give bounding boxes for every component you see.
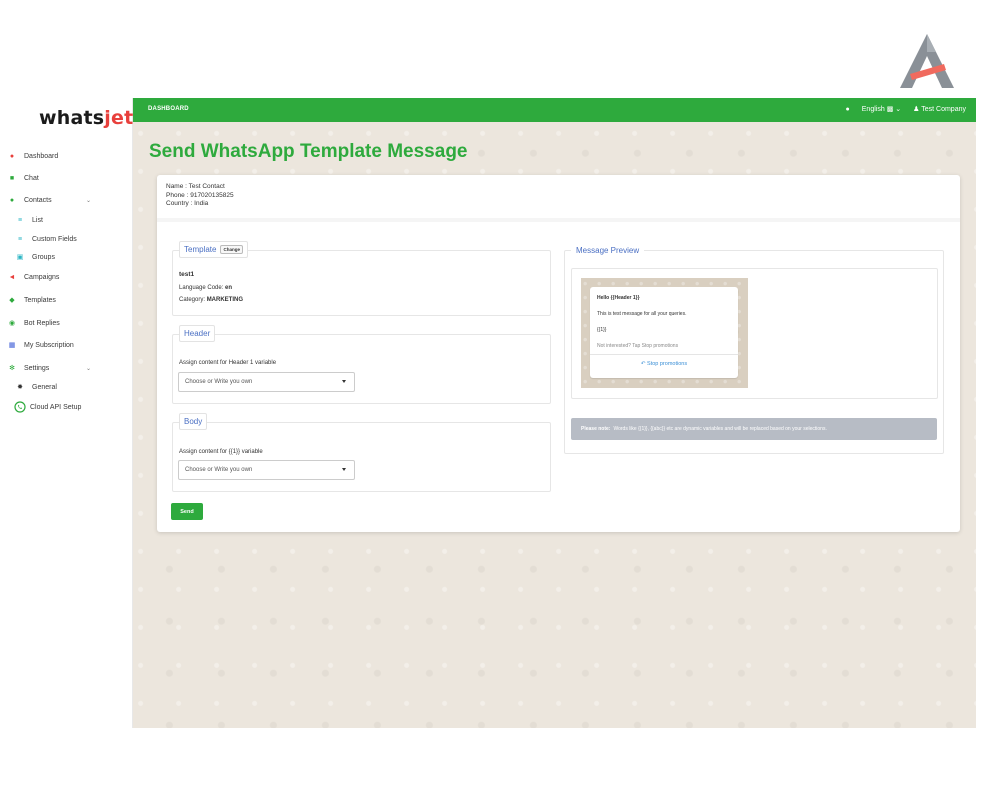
- chevron-down-icon: ⌄: [85, 197, 91, 204]
- change-template-button[interactable]: Change: [220, 245, 243, 254]
- language-code-label: Language Code:: [179, 285, 224, 291]
- sidebar-item-label: List: [32, 216, 43, 224]
- sidebar-item-general[interactable]: ✸ General: [0, 379, 100, 395]
- sidebar-item-label: My Subscription: [24, 341, 74, 349]
- contact-country: Country : India: [166, 200, 209, 207]
- bubble-divider: [590, 354, 738, 355]
- topbar: DASHBOARD ● English ▩ ⌄ ♟ Test Company: [133, 98, 976, 122]
- chat-icon: ■: [9, 174, 15, 182]
- template-name: test1: [179, 271, 195, 278]
- note-text: Words like {{1}}, {{abc}} etc are dynami…: [613, 426, 827, 432]
- template-language: Language Code: en: [179, 285, 232, 291]
- template-legend: Template Change: [179, 241, 248, 258]
- header-select-value: Choose or Write you own: [185, 379, 253, 385]
- whatsapp-icon: [14, 401, 26, 413]
- app-window: whats jet ● Dashboard ■ Chat ● Contacts …: [0, 0, 1000, 800]
- page-title: Send WhatsApp Template Message: [149, 141, 468, 162]
- user-name: Test Company: [921, 106, 966, 113]
- cogs-icon: ✻: [9, 365, 15, 372]
- template-fieldset: [172, 250, 551, 316]
- sidebar-item-label: Contacts: [24, 196, 52, 204]
- card-divider: [157, 218, 960, 222]
- sidebar-item-settings[interactable]: ✻ Settings ⌄: [0, 360, 100, 376]
- robot-icon: ◉: [8, 320, 16, 327]
- sidebar-item-list[interactable]: ≡ List: [0, 212, 100, 228]
- brand-part-1: whats: [39, 107, 105, 129]
- stop-promotions-label: Stop promotions: [647, 361, 688, 367]
- preview-footer-line: Not interested? Tap Stop promotions: [597, 343, 679, 349]
- chevron-down-icon: ⌄: [85, 365, 91, 372]
- layers-icon: ◆: [9, 297, 15, 304]
- sidebar-item-label: Bot Replies: [24, 319, 60, 327]
- contact-info: Name : Test Contact Phone : 917020135825…: [166, 183, 234, 209]
- template-category: Category: MARKETING: [179, 297, 243, 303]
- preview-header-line: Hello {{Header 1}}: [597, 295, 640, 301]
- chevron-down-icon: ⌄: [895, 106, 902, 113]
- sidebar-item-my-subscription[interactable]: ▦ My Subscription: [0, 337, 100, 353]
- dynamic-variables-note: Please note: Words like {{1}}, {{abc}} e…: [571, 418, 937, 440]
- header-assign-label: Assign content for Header 1 variable: [179, 360, 277, 366]
- body-legend: Body: [179, 413, 208, 430]
- language-selector[interactable]: English ▩ ⌄: [862, 105, 901, 113]
- contact-phone: Phone : 917020135825: [166, 191, 234, 199]
- body-select-value: Choose or Write you own: [185, 467, 253, 473]
- preview-variable-line: {{1}}: [597, 327, 607, 333]
- sidebar-item-label: Cloud API Setup: [30, 403, 82, 411]
- sidebar-item-label: Groups: [32, 253, 55, 261]
- body-assign-label: Assign content for {{1}} variable: [179, 449, 263, 455]
- header-variable-select[interactable]: Choose or Write you own: [178, 372, 355, 392]
- sidebar-item-custom-fields[interactable]: ≡ Custom Fields: [0, 231, 100, 247]
- sidebar-item-dashboard[interactable]: ● Dashboard: [0, 148, 100, 164]
- category-value: MARKETING: [206, 297, 244, 303]
- user-menu[interactable]: ♟ Test Company: [913, 105, 966, 113]
- brand-part-2: jet: [104, 107, 134, 129]
- sidebar-item-groups[interactable]: ▣ Groups: [0, 249, 100, 265]
- users-icon: ●: [9, 196, 15, 204]
- sidebar-item-label: Dashboard: [24, 152, 59, 160]
- sidebar-item-label: Campaigns: [24, 273, 60, 281]
- contact-name: Name : Test Contact: [166, 183, 225, 190]
- reply-icon: ↶: [640, 361, 646, 367]
- card-icon: ▦: [8, 342, 16, 349]
- message-preview-legend: Message Preview: [571, 242, 645, 259]
- caret-down-icon: [342, 468, 346, 471]
- sidebar-item-campaigns[interactable]: ◄ Campaigns: [0, 269, 100, 285]
- send-button[interactable]: Send: [171, 503, 203, 520]
- sidebar-item-label: Settings: [24, 364, 50, 372]
- sidebar-item-templates[interactable]: ◆ Templates: [0, 292, 100, 308]
- palette-icon: ●: [9, 152, 15, 160]
- stop-promotions-button[interactable]: ↶ Stop promotions: [590, 361, 738, 367]
- bars-icon: ≡: [17, 235, 23, 243]
- body-variable-select[interactable]: Choose or Write you own: [178, 460, 355, 480]
- language-code-value: en: [225, 285, 233, 291]
- body-fieldset: [172, 422, 551, 492]
- sidebar-item-cloud-api-setup[interactable]: Cloud API Setup: [14, 399, 114, 415]
- sidebar-item-contacts[interactable]: ● Contacts ⌄: [0, 192, 100, 208]
- list-icon: ≡: [17, 216, 23, 224]
- gear-icon: ✸: [17, 384, 23, 391]
- template-legend-label: Template: [184, 245, 217, 254]
- preview-body-line: This is test message for all your querie…: [597, 311, 687, 317]
- header-legend: Header: [179, 325, 216, 342]
- megaphone-icon: ◄: [8, 273, 16, 281]
- flag-icon: ▩: [886, 106, 894, 113]
- corner-logo-icon: [900, 34, 954, 88]
- header-fieldset: [172, 334, 551, 404]
- caret-down-icon: [342, 380, 346, 383]
- sidebar-item-label: General: [32, 383, 57, 391]
- sidebar-item-chat[interactable]: ■ Chat: [0, 170, 100, 186]
- sidebar-item-bot-replies[interactable]: ◉ Bot Replies: [0, 315, 100, 331]
- language-label: English: [861, 106, 885, 113]
- bell-icon[interactable]: ●: [846, 106, 850, 113]
- square-icon: ▣: [16, 254, 24, 261]
- sidebar-item-label: Templates: [24, 296, 56, 304]
- category-label: Category:: [179, 297, 206, 303]
- sidebar-item-label: Chat: [24, 174, 39, 182]
- note-bold: Please note:: [581, 426, 611, 432]
- breadcrumb[interactable]: DASHBOARD: [148, 106, 189, 112]
- user-icon: ♟: [913, 106, 920, 113]
- sidebar-item-label: Custom Fields: [32, 235, 77, 243]
